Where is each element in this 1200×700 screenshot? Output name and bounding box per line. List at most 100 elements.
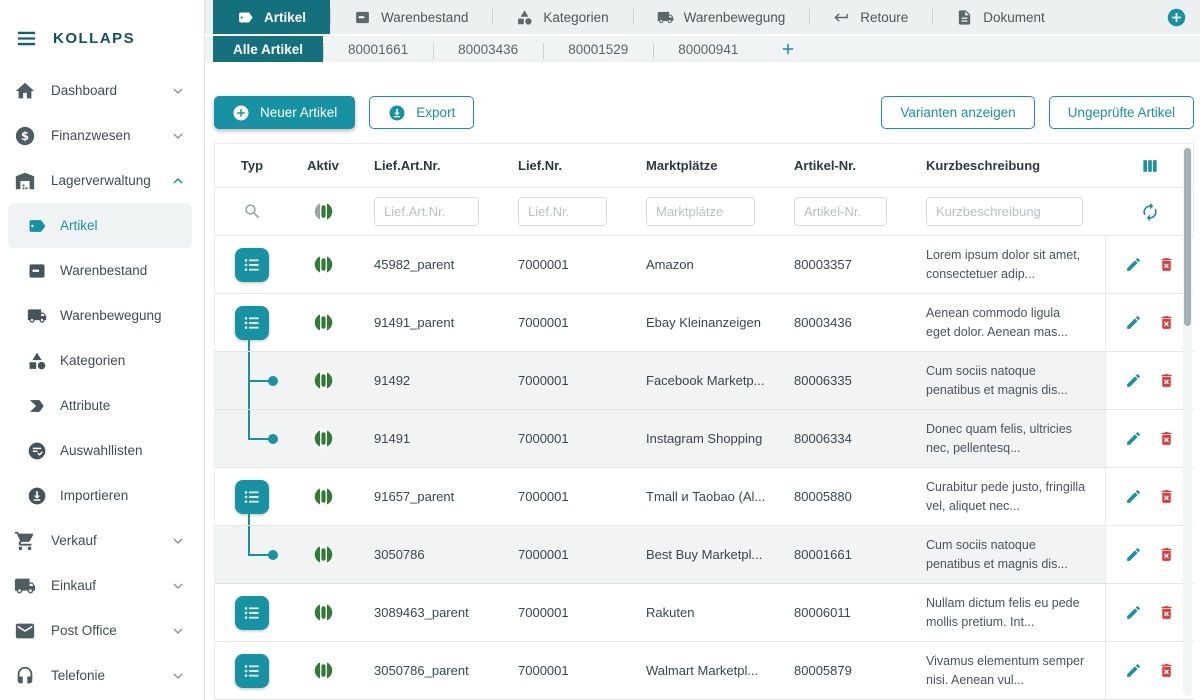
show-variants-button[interactable]: Varianten anzeigen [881, 96, 1034, 129]
scrollbar-thumb[interactable] [1184, 148, 1191, 326]
sidebar-item-verkauf[interactable]: Verkauf [8, 518, 192, 563]
hamburger-menu-icon[interactable] [15, 27, 38, 50]
subtab-label: Alle Artikel [233, 42, 303, 57]
sidebar-item-artikel[interactable]: Artikel [8, 203, 192, 248]
delete-icon[interactable] [1158, 430, 1175, 447]
tab-artikel[interactable]: Artikel [213, 0, 330, 34]
table-row[interactable]: 3050786_parent 7000001 Walmart Marketpl.… [215, 642, 1193, 700]
sidebar-item-finanzwesen[interactable]: Finanzwesen [8, 113, 192, 158]
expand-children-button[interactable] [235, 596, 269, 630]
lief-nr-filter-input[interactable] [518, 197, 607, 226]
edit-icon[interactable] [1125, 604, 1142, 621]
sidebar-item-label: Importieren [60, 488, 128, 503]
active-toggle-icon[interactable] [313, 486, 334, 507]
edit-icon[interactable] [1125, 488, 1142, 505]
table-row-child[interactable]: 91492 7000001 Facebook Marketp... 800063… [215, 352, 1193, 410]
sidebar-item-kategorien[interactable]: Kategorien [8, 338, 192, 383]
sidebar-item-warenbestand[interactable]: Warenbestand [8, 248, 192, 293]
columns-icon[interactable] [1140, 156, 1160, 176]
subtab-alle-artikel[interactable]: Alle Artikel [213, 36, 323, 62]
active-toggle-icon[interactable] [313, 544, 334, 565]
sidebar-item-einkauf[interactable]: Einkauf [8, 563, 192, 608]
lief-art-nr-filter-input[interactable] [374, 197, 479, 226]
table-row[interactable]: 3089463_parent 7000001 Rakuten 80006011 … [215, 584, 1193, 642]
sidebar-item-warenbewegung[interactable]: Warenbewegung [8, 293, 192, 338]
sidebar-item-attribute[interactable]: Attribute [8, 383, 192, 428]
refresh-icon[interactable] [1140, 202, 1160, 222]
active-toggle-icon[interactable] [313, 254, 334, 275]
sidebar-item-importieren[interactable]: Importieren [8, 473, 192, 518]
edit-icon[interactable] [1125, 430, 1142, 447]
actions-cell [1105, 642, 1194, 699]
col-header-marktplaetze[interactable]: Marktplätze [629, 158, 777, 173]
dollar-circle-icon [14, 125, 36, 147]
tab-kategorien[interactable]: Kategorien [492, 0, 632, 34]
export-button[interactable]: Export [369, 96, 474, 129]
table-row[interactable]: 45982_parent 7000001 Amazon 80003357 Lor… [215, 236, 1193, 294]
table-scrollbar[interactable] [1183, 146, 1192, 696]
tab-retoure[interactable]: Retoure [809, 0, 932, 34]
kurzbeschreibung-cell: Cum sociis natoque penatibus et magnis d… [909, 362, 1105, 398]
sidebar-item-lagerverwaltung[interactable]: Lagerverwaltung [8, 158, 192, 203]
active-toggle-icon[interactable] [313, 660, 334, 681]
tab-dokument[interactable]: Dokument [932, 0, 1069, 34]
sidebar-item-dashboard[interactable]: Dashboard [8, 68, 192, 113]
expand-children-button[interactable] [235, 480, 269, 514]
delete-icon[interactable] [1158, 546, 1175, 563]
delete-icon[interactable] [1158, 488, 1175, 505]
edit-icon[interactable] [1125, 256, 1142, 273]
marktplaetze-filter-input[interactable] [646, 197, 755, 226]
col-header-typ[interactable]: Typ [215, 144, 289, 187]
active-toggle-icon[interactable] [313, 428, 334, 449]
new-article-button[interactable]: Neuer Artikel [214, 96, 355, 129]
active-toggle-icon[interactable] [313, 370, 334, 391]
col-header-kurzbeschreibung[interactable]: Kurzbeschreibung [909, 158, 1105, 173]
kurzbeschreibung-filter-input[interactable] [926, 197, 1083, 226]
lief-nr-cell: 7000001 [501, 605, 629, 620]
active-toggle-icon[interactable] [313, 602, 334, 623]
tab-label: Dokument [983, 10, 1045, 25]
edit-icon[interactable] [1125, 314, 1142, 331]
marktplatz-cell: Amazon [629, 257, 777, 272]
delete-icon[interactable] [1158, 372, 1175, 389]
expand-children-button[interactable] [235, 306, 269, 340]
artikel-nr-filter-input[interactable] [794, 197, 887, 226]
unchecked-articles-button[interactable]: Ungeprüfte Artikel [1049, 96, 1194, 129]
add-tab-icon[interactable] [1166, 7, 1187, 28]
aktiv-cell [289, 526, 357, 583]
edit-icon[interactable] [1125, 662, 1142, 679]
col-header-aktiv[interactable]: Aktiv [289, 144, 357, 187]
add-subtab-button[interactable] [763, 36, 813, 62]
subtab-80001661[interactable]: 80001661 [323, 36, 433, 62]
active-state-filter-icon[interactable] [313, 201, 334, 222]
tab-warenbewegung[interactable]: Warenbewegung [633, 0, 810, 34]
col-header-artikel-nr[interactable]: Artikel-Nr. [777, 158, 909, 173]
subtab-80001529[interactable]: 80001529 [543, 36, 653, 62]
delete-icon[interactable] [1158, 256, 1175, 273]
table-row-child[interactable]: 3050786 7000001 Best Buy Marketpl... 800… [215, 526, 1193, 584]
sidebar-item-post-office[interactable]: Post Office [8, 608, 192, 653]
expand-children-button[interactable] [235, 248, 269, 282]
table-row-child[interactable]: 91491 7000001 Instagram Shopping 8000633… [215, 410, 1193, 468]
tab-warenbestand[interactable]: Warenbestand [330, 0, 492, 34]
sidebar-item-telefonie[interactable]: Telefonie [8, 653, 192, 698]
delete-icon[interactable] [1158, 314, 1175, 331]
delete-icon[interactable] [1158, 662, 1175, 679]
delete-icon[interactable] [1158, 604, 1175, 621]
subtab-80003436[interactable]: 80003436 [433, 36, 543, 62]
expand-children-button[interactable] [235, 654, 269, 688]
col-header-lief-nr[interactable]: Lief.Nr. [501, 158, 629, 173]
table-row[interactable]: 91491_parent 7000001 Ebay Kleinanzeigen … [215, 294, 1193, 352]
shapes-icon [27, 351, 47, 371]
download-circle-icon [388, 104, 406, 122]
typ-cell [215, 410, 289, 467]
col-header-lief-art-nr[interactable]: Lief.Art.Nr. [357, 158, 501, 173]
edit-icon[interactable] [1125, 546, 1142, 563]
lief-nr-cell: 7000001 [501, 547, 629, 562]
marktplatz-cell: Rakuten [629, 605, 777, 620]
sidebar-item-auswahllisten[interactable]: Auswahllisten [8, 428, 192, 473]
subtab-80000941[interactable]: 80000941 [653, 36, 763, 62]
active-toggle-icon[interactable] [313, 312, 334, 333]
table-row[interactable]: 91657_parent 7000001 Tmall и Taobao (Al.… [215, 468, 1193, 526]
edit-icon[interactable] [1125, 372, 1142, 389]
